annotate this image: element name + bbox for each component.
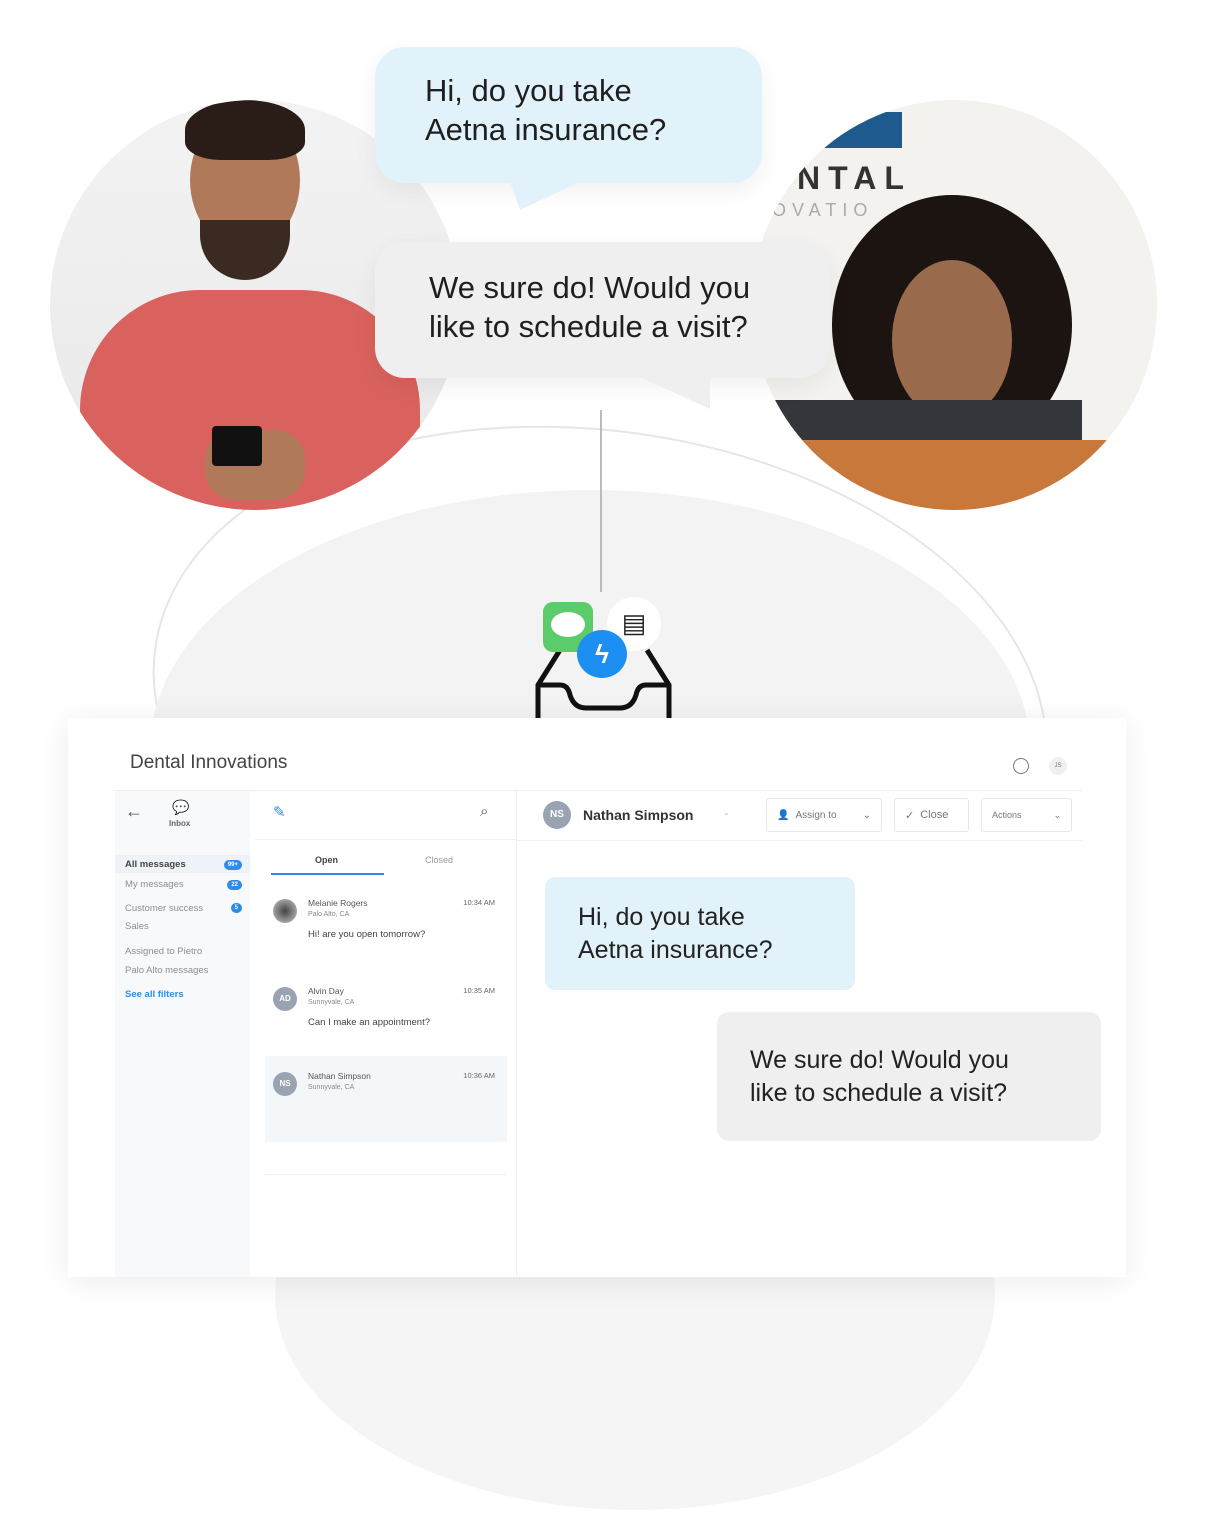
inbox-icon: 💬 <box>172 799 190 815</box>
user-icon: 👤 <box>777 809 790 821</box>
thread-avatar: NS <box>543 801 571 829</box>
sidebar-item-customer-success[interactable]: Customer success <box>125 903 203 914</box>
sidebar-item-my-messages[interactable]: My messages <box>125 879 184 890</box>
user-avatar[interactable]: JS <box>1049 757 1067 775</box>
sidebar: ← 💬 Inbox All messages 99+ My messages 2… <box>115 791 250 1277</box>
sidebar-item-all-messages-label[interactable]: All messages <box>125 859 186 870</box>
message-preview: Hi! are you open tomorrow? <box>308 929 426 940</box>
divider <box>255 839 517 840</box>
conversation-item[interactable]: AD Alvin Day Sunnyvale, CA 10:35 AM Can … <box>255 971 507 1057</box>
tab-underline <box>271 873 384 875</box>
conversation-item-selected[interactable]: NS Nathan Simpson Sunnyvale, CA 10:36 AM <box>265 1056 507 1142</box>
bubble-tail <box>510 182 580 210</box>
contact-name: Alvin Day <box>308 986 344 996</box>
bubble-line: Hi, do you take <box>425 73 632 108</box>
timestamp: 10:36 AM <box>463 1071 495 1080</box>
message-line: We sure do! Would you <box>750 1046 1009 1074</box>
back-arrow-icon[interactable]: ← <box>125 801 143 822</box>
bubble-line: Aetna insurance? <box>425 112 667 147</box>
sidebar-item-assigned-pietro[interactable]: Assigned to Pietro <box>125 946 202 957</box>
app-title: Dental Innovations <box>130 752 288 773</box>
connector-line <box>600 410 602 592</box>
contact-name: Nathan Simpson <box>308 1071 371 1081</box>
chevron-down-icon: ⌄ <box>1053 809 1061 820</box>
sidebar-item-sales[interactable]: Sales <box>125 921 149 932</box>
timestamp: 10:34 AM <box>463 898 495 907</box>
clinic-sign: NTAL <box>797 160 912 196</box>
sidebar-item-palo-alto[interactable]: Palo Alto messages <box>125 965 208 976</box>
messenger-icon: ϟ <box>577 630 627 678</box>
bubble-line: We sure do! Would you <box>429 270 751 305</box>
inbox-label: Inbox <box>169 819 191 828</box>
message-line: Hi, do you take <box>578 903 745 931</box>
patient-message-bubble: Hi, do you take Aetna insurance? <box>545 877 855 990</box>
close-label: Close <box>920 809 949 821</box>
timestamp: 10:35 AM <box>463 986 495 995</box>
app-window: Dental Innovations JS ← 💬 Inbox All mess… <box>68 718 1126 1277</box>
badge-count: 5 <box>230 903 242 913</box>
search-icon[interactable]: ⌕ <box>480 803 488 820</box>
actions-button[interactable]: Actions ⌄ <box>981 798 1072 832</box>
staff-hero-bubble: We sure do! Would you like to schedule a… <box>375 242 830 378</box>
assign-label: Assign to <box>795 809 837 821</box>
badge-count: 99+ <box>223 860 242 870</box>
check-icon: ✓ <box>905 809 915 822</box>
message-line: Aetna insurance? <box>578 936 773 964</box>
see-all-filters-link[interactable]: See all filters <box>125 989 184 1000</box>
conversation-list: ✎ ⌕ Open Closed Melanie Rogers Palo Alto… <box>255 791 517 1277</box>
bubble-line: like to schedule a visit? <box>429 309 748 344</box>
avatar: NS <box>273 1072 297 1096</box>
conversation-item[interactable]: Melanie Rogers Palo Alto, CA 10:34 AM Hi… <box>255 883 507 969</box>
contact-name: Melanie Rogers <box>308 898 368 908</box>
patient-hero-bubble: Hi, do you take Aetna insurance? <box>375 47 762 183</box>
tab-closed[interactable]: Closed <box>425 855 453 865</box>
bubble-tail <box>640 377 710 409</box>
actions-label: Actions <box>992 810 1022 820</box>
contact-location: Sunnyvale, CA <box>308 999 355 1006</box>
message-preview: Can I make an appointment? <box>308 1017 430 1028</box>
thread-contact-name[interactable]: Nathan Simpson <box>583 807 693 823</box>
avatar: AD <box>273 987 297 1011</box>
chevron-down-icon[interactable]: ⌄ <box>723 808 730 817</box>
divider <box>265 1174 507 1175</box>
close-button[interactable]: ✓ Close <box>894 798 969 832</box>
contact-location: Sunnyvale, CA <box>308 1084 355 1091</box>
divider <box>517 840 1083 841</box>
chat-bubble-icon[interactable] <box>1013 758 1029 774</box>
compose-icon[interactable]: ✎ <box>273 803 286 821</box>
badge-count: 22 <box>227 880 242 890</box>
assign-to-button[interactable]: 👤 Assign to ⌄ <box>766 798 882 832</box>
contact-location: Palo Alto, CA <box>308 911 350 918</box>
staff-message-bubble: We sure do! Would you like to schedule a… <box>717 1012 1101 1141</box>
chevron-down-icon: ⌄ <box>862 809 871 821</box>
tab-open[interactable]: Open <box>315 855 338 865</box>
avatar <box>273 899 297 923</box>
message-line: like to schedule a visit? <box>750 1079 1008 1107</box>
